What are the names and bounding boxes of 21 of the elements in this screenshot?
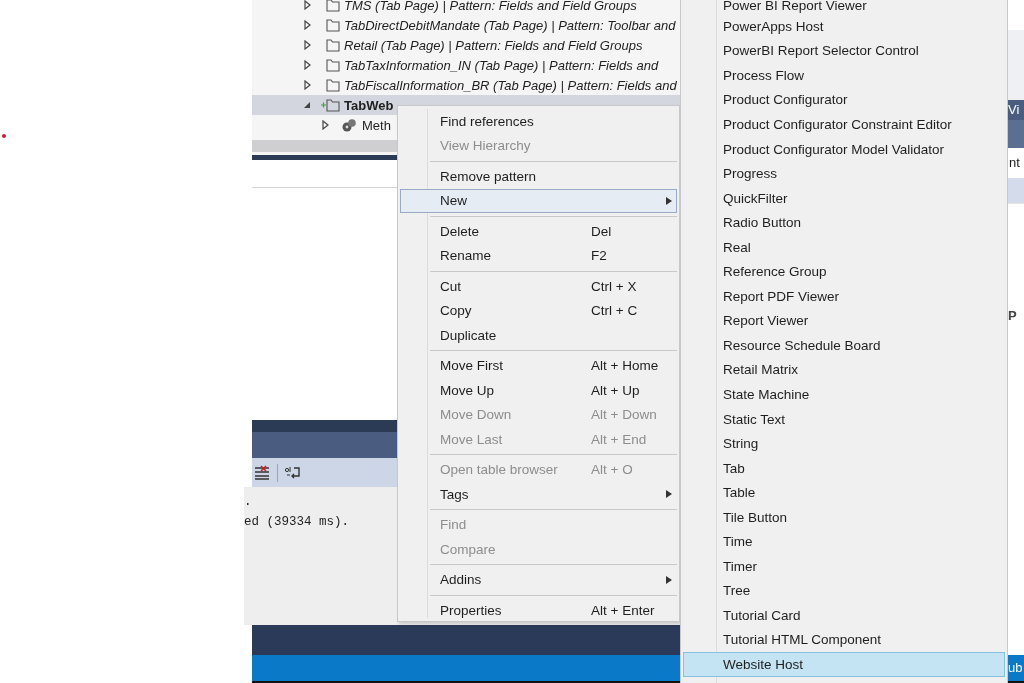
tree-item-label: Retail (Tab Page) | Pattern: Fields and Field Groups [344,37,643,53]
tree-item-label: TabFiscalInformation_BR (Tab Page) | Pattern: Fields and [344,77,677,93]
output-line: ed (39334 ms). [244,515,350,530]
shortcut-label: Alt + Down [591,407,657,423]
tree-item-label: TabWeb [344,97,394,113]
tree-item-label: Meth [362,117,391,133]
output-line: . [244,495,252,510]
shortcut-label: Alt + Home [591,358,659,374]
shortcut-label: F2 [591,248,607,264]
panel-title: Vi [1008,100,1024,120]
shortcut-label: Alt + Up [591,382,640,398]
shortcut-label: Ctrl + X [591,278,637,294]
tree-item-label: TabTaxInformation_IN (Tab Page) | Pattern: Fields and [344,57,659,73]
status-text: ub [1008,655,1024,683]
shortcut-label: Ctrl + C [591,303,638,319]
tree-item-label: TMS (Tab Page) | Pattern: Fields and Field Groups [344,0,637,13]
shortcut-label: Alt + Enter [591,602,655,618]
shortcut-label: Del [591,223,612,239]
shortcut-label: Alt + O [591,462,633,478]
tree-item-label: TabDirectDebitMandate (Tab Page) | Pattern: Toolbar and [344,17,676,33]
shortcut-label: Alt + End [591,431,647,447]
